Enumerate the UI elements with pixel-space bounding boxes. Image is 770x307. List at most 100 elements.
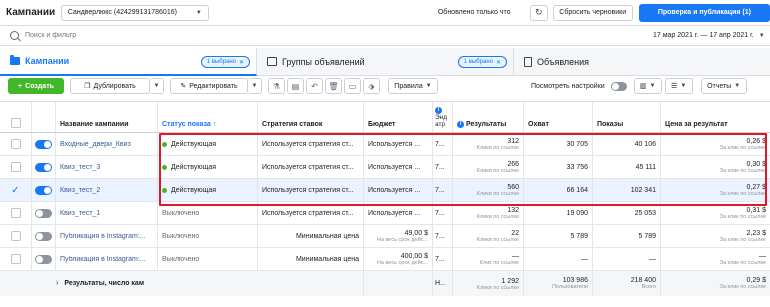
undo-icon: ↶ xyxy=(311,81,318,91)
budget-value: Используется ... xyxy=(368,140,421,148)
impressions-value: — xyxy=(649,255,656,263)
results-value: 266 xyxy=(507,161,519,168)
campaign-name-link[interactable]: Квиз_тест_1 xyxy=(60,210,100,217)
table-row[interactable]: ✓ Квиз_тест_2 Действующая Используется стра… xyxy=(0,179,770,202)
header-label: Стратегия ставок xyxy=(262,121,323,128)
campaign-toggle[interactable] xyxy=(35,162,52,172)
campaign-name-link[interactable]: Входные_двери_Квиз xyxy=(60,141,131,148)
campaign-name-link[interactable]: Квиз_тест_3 xyxy=(60,164,100,171)
delete-button[interactable]: 🗑 xyxy=(325,78,342,94)
breakdown-button[interactable]: ☰ ▼ xyxy=(664,78,693,94)
edit-menu-button[interactable]: ▼ xyxy=(248,78,262,94)
footer-impressions: 218 400 Всего xyxy=(593,271,661,296)
column-header-results[interactable]: i Результаты xyxy=(453,102,524,132)
search-input[interactable] xyxy=(25,32,585,39)
column-header-budget[interactable]: Бюджет xyxy=(364,102,433,132)
budget-sub: На весь срок дейс... xyxy=(376,236,428,243)
end-value: 7... xyxy=(435,232,445,240)
clipboard-button[interactable]: ▤ xyxy=(287,78,304,94)
columns-button[interactable]: ▥ ▼ xyxy=(633,78,662,94)
tab-ad-sets[interactable]: Группы объявлений 1 выбрано ✕ xyxy=(257,48,514,76)
row-checkbox[interactable] xyxy=(10,162,21,172)
duplicate-button[interactable]: ❐ Дублировать xyxy=(70,78,150,94)
reports-button[interactable]: Отчеты ▼ xyxy=(700,78,747,94)
status-cell: Выключено xyxy=(158,202,258,224)
view-settings-toggle[interactable] xyxy=(610,81,627,91)
table-row[interactable]: Публикация в Instagram:... Выключено Миним… xyxy=(0,248,770,271)
campaign-toggle[interactable] xyxy=(35,254,52,264)
impressions-cell: 102 341 xyxy=(593,179,661,201)
preview-button[interactable]: ▭ xyxy=(344,78,361,94)
campaign-toggle[interactable] xyxy=(35,208,52,218)
row-checkbox[interactable] xyxy=(10,231,21,241)
copy-icon: ❐ xyxy=(84,83,91,90)
page-title: Кампании xyxy=(6,7,56,18)
footer-cpr: 0,29 $ За клик по ссылке xyxy=(661,271,770,296)
strategy-cell: Минимальная цена xyxy=(258,225,364,247)
table-row[interactable]: Квиз_тест_1 Выключено Используется стратег… xyxy=(0,202,770,225)
table-row[interactable]: Входные_двери_Квиз Действующая Используетс… xyxy=(0,133,770,156)
review-publish-button[interactable]: Проверка и публикация (1) xyxy=(638,3,770,22)
budget-cell: 400,00 $ На весь срок дейс... xyxy=(364,248,433,270)
campaign-toggle[interactable] xyxy=(35,139,52,149)
row-toggle-cell xyxy=(32,156,56,178)
column-header-strategy[interactable]: Стратегия ставок xyxy=(258,102,364,132)
tag-button[interactable]: ⬗ xyxy=(363,78,380,94)
table-body: Входные_двери_Квиз Действующая Используетс… xyxy=(0,133,770,271)
close-icon[interactable]: ✕ xyxy=(496,59,501,66)
rules-button[interactable]: Правила ▼ xyxy=(388,78,438,94)
date-range-picker[interactable]: 17 мар 2021 г. — 17 апр 2021 г. ▼ xyxy=(653,32,765,39)
edit-button[interactable]: ✎ Редактировать xyxy=(170,78,248,94)
close-icon[interactable]: ✕ xyxy=(239,59,244,66)
discard-drafts-button[interactable]: Сбросить черновики xyxy=(552,4,633,21)
table-row[interactable]: Публикация в Instagram:... Выключено Миним… xyxy=(0,225,770,248)
chevron-down-icon: ▼ xyxy=(649,83,656,89)
footer-summary[interactable]: › Результаты, число кам xyxy=(0,271,258,296)
column-header-reach[interactable]: Охват xyxy=(524,102,593,132)
level-tabs: Кампании 1 выбрано ✕ Группы объявлений 1 … xyxy=(0,48,770,76)
view-settings[interactable]: Посмотреть настройки xyxy=(531,81,627,91)
results-cell: — Клик по ссылке xyxy=(453,248,524,270)
row-checkbox[interactable] xyxy=(10,254,21,264)
tab-ads[interactable]: Объявления xyxy=(514,48,770,76)
budget-cell: Используется ... xyxy=(364,202,433,224)
header-label: Энд xyxy=(435,114,448,121)
impressions-value: 25 053 xyxy=(634,209,656,217)
create-button[interactable]: + Создать xyxy=(8,78,64,94)
ab-test-button[interactable]: ⚗ xyxy=(268,78,285,94)
chevron-down-icon: ▼ xyxy=(758,32,765,39)
strategy-value: Используется стратегия ст... xyxy=(262,163,354,171)
pencil-icon: ✎ xyxy=(180,83,187,90)
campaign-name-link[interactable]: Публикация в Instagram:... xyxy=(60,233,146,240)
campaign-toggle[interactable] xyxy=(35,231,52,241)
reach-cell: — xyxy=(524,248,593,270)
column-header-name[interactable]: Название кампании xyxy=(56,102,158,132)
campaign-toggle[interactable] xyxy=(35,185,52,195)
results-value: 22 xyxy=(511,230,519,237)
refresh-button[interactable]: ↻ xyxy=(529,4,548,21)
column-header-cpr[interactable]: Цена за результат xyxy=(661,102,770,132)
end-value: 7... xyxy=(435,163,445,171)
chevron-down-icon: ▼ xyxy=(251,83,258,89)
campaign-name-link[interactable]: Публикация в Instagram:... xyxy=(60,256,146,263)
column-header-impressions[interactable]: Показы xyxy=(593,102,661,132)
strategy-cell: Используется стратегия ст... xyxy=(258,133,364,155)
selection-pill[interactable]: 1 выбрано ✕ xyxy=(200,56,250,68)
duplicate-menu-button[interactable]: ▼ xyxy=(150,78,164,94)
row-checkbox[interactable] xyxy=(10,139,21,149)
row-checkbox[interactable] xyxy=(10,208,21,218)
tab-campaigns[interactable]: Кампании 1 выбрано ✕ xyxy=(0,48,257,76)
selection-pill[interactable]: 1 выбрано ✕ xyxy=(457,56,507,68)
column-header-status[interactable]: Статус показа ↑ xyxy=(158,102,258,132)
check-icon[interactable]: ✓ xyxy=(11,185,19,196)
row-select-cell xyxy=(0,156,32,178)
table-row[interactable]: Квиз_тест_3 Действующая Используется страт… xyxy=(0,156,770,179)
results-sub: Клик по ссылке xyxy=(479,260,519,266)
undo-button[interactable]: ↶ xyxy=(306,78,323,94)
column-header-end[interactable]: i Энд атр xyxy=(433,102,453,132)
account-select[interactable]: Сандверлюкс (424299131786016) ▼ xyxy=(60,4,209,21)
campaign-name-link[interactable]: Квиз_тест_2 xyxy=(60,187,100,194)
reach-value: 66 164 xyxy=(566,186,588,194)
updated-status: Обновлено только что xyxy=(437,9,511,16)
select-all-checkbox[interactable] xyxy=(10,118,21,128)
